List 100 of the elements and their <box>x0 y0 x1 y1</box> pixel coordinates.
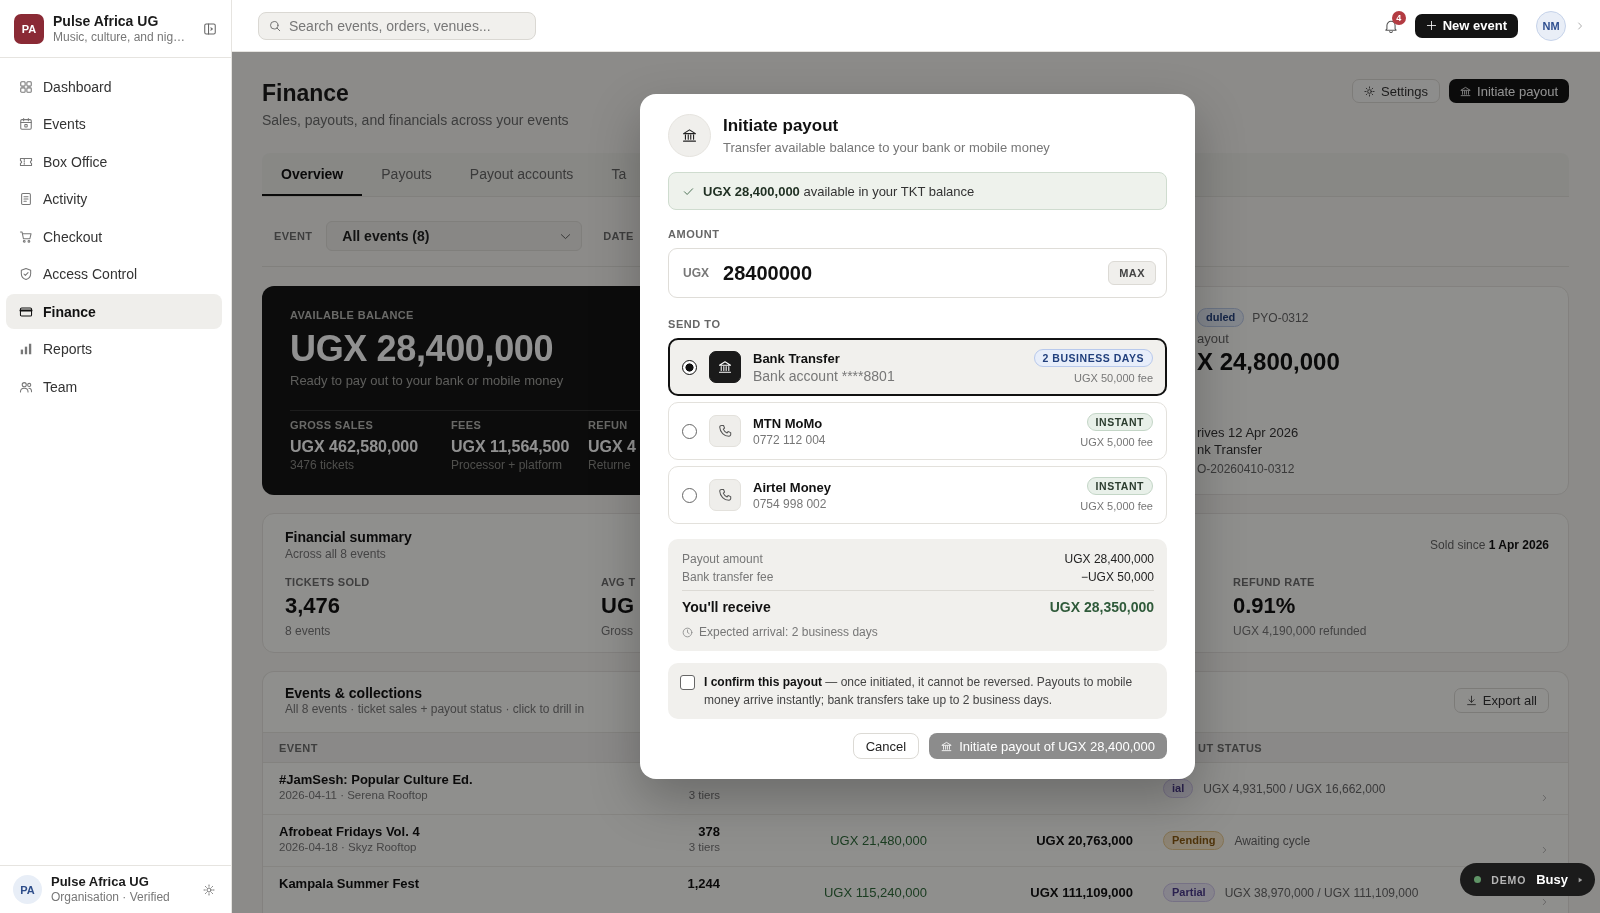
payout-option[interactable]: Airtel Money 0754 998 002 INSTANT UGX 5,000 fee <box>668 466 1167 524</box>
tab[interactable]: Overview <box>262 153 363 196</box>
status-badge: ial <box>1163 779 1194 798</box>
breakdown-label: Payout amount <box>682 551 763 568</box>
stat-label: REFUN <box>588 418 628 432</box>
export-button[interactable]: Export all <box>1453 688 1549 713</box>
page-subtitle: Sales, payouts, and financials across your events <box>262 112 569 129</box>
notification-badge: 4 <box>1391 10 1406 25</box>
event-dropdown[interactable]: All events (8) <box>326 221 583 251</box>
payout-amount: X 24,800,000 <box>1197 347 1340 377</box>
clock-icon <box>682 626 693 638</box>
card-icon <box>19 304 33 319</box>
account-name: Pulse Africa UG <box>51 874 149 890</box>
calendar-icon <box>19 117 33 131</box>
card-title: Financial summary <box>285 528 412 546</box>
breakdown-label: Bank transfer fee <box>682 569 774 586</box>
payout-option[interactable]: MTN MoMo 0772 112 004 INSTANT UGX 5,000 fee <box>668 402 1167 460</box>
chevron-icon <box>1541 793 1548 803</box>
stat-caption: Gross <box>601 623 633 639</box>
dialog-title: Initiate payout <box>723 115 839 136</box>
payout-option[interactable]: Bank Transfer Bank account ****8801 2 BUSINESS DAYS UGX 50,000 fee <box>668 338 1167 396</box>
shield-icon <box>19 267 33 281</box>
nav-item[interactable]: Team <box>6 369 222 404</box>
nav-item[interactable]: Reports <box>6 331 222 367</box>
event-name[interactable]: #JamSesh: Popular Culture Ed. <box>279 772 473 788</box>
phone-icon <box>709 479 741 511</box>
currency-label: UGX <box>683 266 709 280</box>
radio-button[interactable] <box>682 487 697 503</box>
filter-label: DATE <box>603 230 634 242</box>
amount-field[interactable]: UGX 28400000 MAX <box>668 248 1167 298</box>
stat-caption: UGX 4,190,000 refunded <box>1233 623 1367 639</box>
new-event-button[interactable]: New event <box>1414 13 1518 38</box>
status-badge: Partial <box>1163 883 1215 902</box>
speed-badge: INSTANT <box>1086 477 1153 495</box>
page-title: Finance <box>262 79 349 108</box>
gross-amount: UGX 21,480,000 <box>830 832 927 849</box>
caret-icon <box>1578 876 1583 883</box>
collection-text: UGX 38,970,000 / UGX 111,109,000 <box>1224 885 1419 900</box>
ticket-tiers: 3 tiers <box>688 788 720 803</box>
stat-value: 3,476 <box>285 593 341 619</box>
ticket-count: 1,244 <box>687 876 720 892</box>
bank-icon <box>709 351 741 383</box>
panel-icon[interactable] <box>203 21 217 36</box>
balance-label: AVAILABLE BALANCE <box>290 308 414 322</box>
payout-detail: nk Transfer <box>1197 441 1263 458</box>
check-icon <box>683 185 694 197</box>
plus-icon <box>1425 20 1437 31</box>
column-header: EVENT <box>279 741 318 754</box>
event-name[interactable]: Kampala Summer Fest <box>279 876 420 892</box>
arrival-text: Expected arrival: 2 business days <box>699 624 878 640</box>
total-value: UGX 28,350,000 <box>1049 598 1154 617</box>
bell-icon[interactable] <box>1383 18 1398 33</box>
filter-label: EVENT <box>274 230 313 242</box>
field-label: SEND TO <box>668 317 721 331</box>
breakdown-value: UGX 28,400,000 <box>1064 551 1154 568</box>
stat-value: UG <box>601 593 634 619</box>
grid-icon <box>19 79 33 94</box>
stat-value: UGX 462,580,000 <box>290 437 419 457</box>
collection-text: Awaiting cycle <box>1234 833 1311 848</box>
chevron-icon <box>1541 845 1548 855</box>
stat-value: UGX 4 <box>588 437 636 457</box>
stat-caption: 8 events <box>285 623 331 639</box>
chevron-icon <box>1541 897 1548 907</box>
sold-since-text: Sold since 1 Apr 2026 <box>1430 537 1549 553</box>
event-name[interactable]: Afrobeat Fridays Vol. 4 <box>279 824 420 840</box>
checkbox[interactable] <box>680 675 695 690</box>
nav-item[interactable]: Activity <box>6 181 222 217</box>
event-meta: 2026-04-18 · Skyz Rooftop <box>279 840 417 855</box>
column-header: UT STATUS <box>1198 741 1263 754</box>
radio-button[interactable] <box>682 359 697 375</box>
max-button[interactable]: MAX <box>1108 261 1156 285</box>
nav-item[interactable]: Box Office <box>6 144 222 179</box>
bar-chart-icon <box>19 342 33 356</box>
document-icon <box>19 192 33 206</box>
net-amount: UGX 111,109,000 <box>1030 884 1133 901</box>
sun-icon[interactable] <box>203 883 215 896</box>
initiate-payout-button[interactable]: Initiate payout <box>1449 79 1569 103</box>
cancel-button[interactable]: Cancel <box>852 733 920 759</box>
ticket-count: 378 <box>698 824 720 840</box>
ticket-tiers: 3 tiers <box>688 840 720 855</box>
demo-status-button[interactable]: DEMO Busy <box>1460 863 1595 896</box>
nav-item[interactable]: Finance <box>6 294 222 329</box>
speed-badge: 2 BUSINESS DAYS <box>1033 349 1153 367</box>
nav-item[interactable]: Events <box>6 106 222 142</box>
search-icon <box>269 19 281 32</box>
nav-item[interactable]: Dashboard <box>6 69 222 104</box>
gross-amount: UGX 115,240,000 <box>823 884 927 901</box>
radio-button[interactable] <box>682 423 697 439</box>
nav-item[interactable]: Access Control <box>6 256 222 292</box>
payout-detail: rives 12 Apr 2026 <box>1197 424 1299 441</box>
net-amount: UGX 20,763,000 <box>1036 832 1133 849</box>
org-avatar: PA <box>13 875 42 904</box>
option-name: Airtel Money <box>753 478 831 496</box>
nav-item[interactable]: Checkout <box>6 219 222 254</box>
sun-icon <box>1364 85 1376 97</box>
event-meta: 2026-04-11 · Serena Rooftop <box>279 788 428 803</box>
search-field[interactable]: Search events, orders, venues... <box>258 11 536 40</box>
stat-caption: Returne <box>588 458 631 473</box>
user-avatar[interactable]: NM <box>1536 10 1566 41</box>
settings-button[interactable]: Settings <box>1352 79 1441 103</box>
